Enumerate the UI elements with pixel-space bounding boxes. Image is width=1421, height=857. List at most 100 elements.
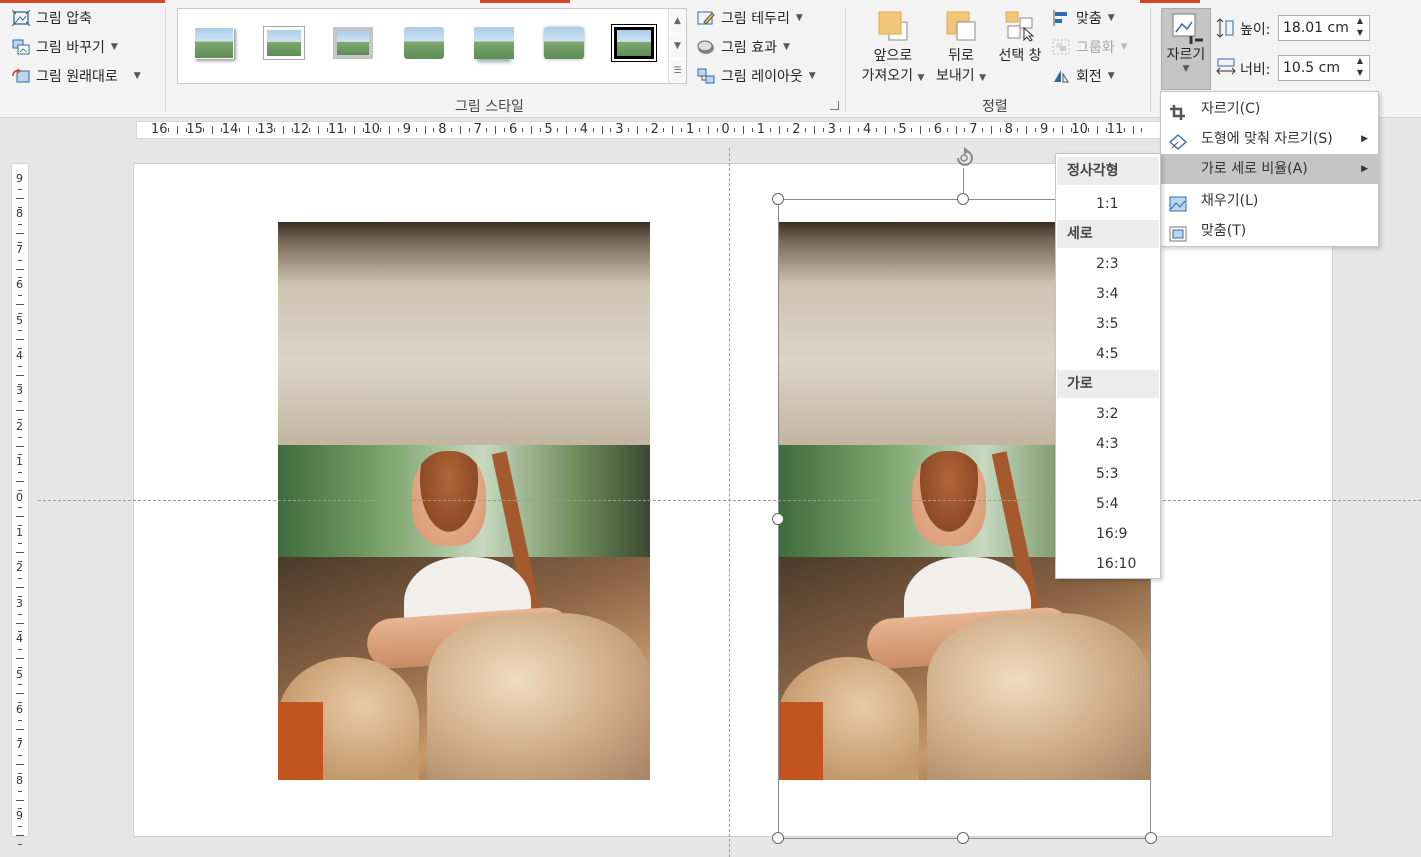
ruler-tick	[16, 622, 24, 624]
picture-original[interactable]	[278, 222, 650, 780]
ruler-tick	[530, 126, 532, 134]
picture-border-button[interactable]: 그림 테두리 ▼	[697, 8, 803, 28]
aspect-5-3[interactable]: 5:3	[1056, 459, 1160, 489]
ruler-tick	[610, 128, 612, 132]
aspect-2-3[interactable]: 2:3	[1056, 249, 1160, 279]
resize-handle[interactable]	[772, 832, 784, 844]
picture-effects-button[interactable]: 그림 효과 ▼	[697, 37, 790, 57]
ruler-number: 3	[827, 122, 836, 137]
style-thumbnail[interactable]	[544, 27, 584, 59]
fit-label: 맞춤(T)	[1201, 223, 1247, 239]
dialog-launcher-icon[interactable]	[830, 101, 839, 110]
style-thumbnail[interactable]	[194, 27, 234, 59]
menu-item-fill[interactable]: 채우기(L)	[1161, 186, 1378, 216]
ruler-number: 6	[509, 122, 518, 137]
menu-item-crop-to-shape[interactable]: 도형에 맞춰 자르기(S) ▶	[1161, 124, 1378, 154]
reset-picture-button[interactable]: 그림 원래대로 ▼	[12, 66, 141, 86]
send-backward-icon	[945, 10, 977, 42]
crop-icon	[1169, 12, 1203, 46]
crop-button[interactable]: 자르기 ▼	[1161, 8, 1211, 90]
gallery-down-icon[interactable]: ▼	[668, 34, 686, 58]
ruler-tick	[875, 128, 877, 132]
width-spinner[interactable]: ▲ ▼	[1353, 55, 1367, 81]
ruler-number: 10	[363, 122, 380, 137]
gallery-up-icon[interactable]: ▲	[668, 9, 686, 33]
aspect-4-5[interactable]: 4:5	[1056, 339, 1160, 369]
align-icon	[1052, 10, 1070, 26]
ruler-tick	[18, 507, 22, 509]
ruler-tick	[884, 126, 886, 134]
send-backward-button[interactable]: 뒤로 보내기 ▼	[930, 10, 992, 88]
ruler-tick	[344, 128, 346, 132]
ruler-tick	[18, 330, 22, 332]
aspect-16-10[interactable]: 16:10	[1056, 549, 1160, 579]
align-button[interactable]: 맞춤 ▼	[1052, 8, 1115, 28]
style-thumbnail[interactable]	[333, 27, 373, 59]
resize-handle[interactable]	[772, 193, 784, 205]
selection-pane-button[interactable]: 선택 창	[992, 10, 1048, 66]
aspect-3-4[interactable]: 3:4	[1056, 279, 1160, 309]
ruler-tick	[743, 126, 745, 134]
horizontal-ruler[interactable]: 16 15 14 13 12 11 10 9 8 7 6 5 4 3 2 1 0 1 2 3 4 5 6 7 8 9 10 11	[136, 121, 1236, 139]
menu-item-aspect-ratio[interactable]: 가로 세로 비율(A) ▶	[1161, 154, 1378, 184]
reset-picture-label: 그림 원래대로	[36, 69, 118, 85]
bring-forward-button[interactable]: 앞으로 가져오기 ▼	[857, 10, 929, 88]
resize-handle[interactable]	[1145, 832, 1157, 844]
resize-handle[interactable]	[957, 193, 969, 205]
ruler-tick	[840, 128, 842, 132]
aspect-16-9[interactable]: 16:9	[1056, 519, 1160, 549]
ruler-number: 5	[898, 122, 907, 137]
ruler-tick	[787, 128, 789, 132]
style-thumbnail[interactable]	[614, 27, 654, 59]
menu-item-fit[interactable]: 맞춤(T)	[1161, 216, 1378, 246]
change-picture-button[interactable]: 그림 바꾸기 ▼	[12, 37, 118, 57]
ruler-tick	[928, 128, 930, 132]
ruler-tick	[18, 843, 22, 845]
aspect-1-1[interactable]: 1:1	[1056, 189, 1160, 219]
aspect-3-2[interactable]: 3:2	[1056, 399, 1160, 429]
chevron-down-icon: ▼	[795, 13, 803, 23]
ruler-tick	[247, 126, 249, 134]
rotate-button[interactable]: 회전 ▼	[1052, 66, 1115, 86]
ruler-number: 5	[16, 667, 23, 681]
ruler-tick	[698, 128, 700, 132]
ruler-tick	[1061, 126, 1063, 134]
rotate-handle-icon[interactable]	[950, 144, 978, 172]
aspect-4-3[interactable]: 4:3	[1056, 429, 1160, 459]
crop-label: 자르기	[1166, 47, 1206, 63]
ruler-tick	[18, 826, 22, 828]
ruler-tick	[16, 551, 24, 553]
rotate-label: 회전	[1076, 69, 1102, 85]
vertical-ruler[interactable]: 9 8 7 6 5 4 3 2 1 0 1 2 3 4 5 6 7 8 9	[11, 163, 29, 845]
menu-item-crop[interactable]: 자르기(C)	[1161, 94, 1378, 124]
group-objects-icon	[1052, 39, 1070, 55]
aspect-3-5[interactable]: 3:5	[1056, 309, 1160, 339]
resize-handle[interactable]	[772, 513, 784, 525]
ruler-tick	[459, 126, 461, 134]
ruler-tick	[18, 755, 22, 757]
compress-pictures-button[interactable]: 그림 압축	[11, 8, 92, 28]
ruler-tick	[495, 126, 497, 134]
style-thumbnail[interactable]	[264, 27, 304, 59]
resize-handle[interactable]	[957, 832, 969, 844]
ruler-number: 9	[1040, 122, 1049, 137]
change-picture-label: 그림 바꾸기	[36, 40, 105, 56]
smart-guide-vertical	[729, 148, 730, 857]
group-objects-button[interactable]: 그룹화 ▼	[1052, 37, 1128, 57]
photo-region	[278, 222, 650, 474]
ruler-tick	[16, 728, 24, 730]
picture-layout-button[interactable]: 그림 레이아웃 ▼	[697, 66, 816, 86]
ruler-number: 8	[1004, 122, 1013, 137]
ruler-tick	[16, 587, 24, 589]
aspect-5-4[interactable]: 5:4	[1056, 489, 1160, 519]
gallery-more-icon[interactable]: ☰	[668, 59, 686, 83]
ruler-tick	[1026, 126, 1028, 134]
ruler-tick	[16, 445, 24, 447]
height-spinner[interactable]: ▲ ▼	[1353, 15, 1367, 41]
ruler-tick	[1123, 128, 1125, 132]
ruler-number: 2	[16, 561, 23, 575]
style-thumbnail[interactable]	[404, 27, 444, 59]
ruler-number: 4	[863, 122, 872, 137]
ruler-tick	[1052, 128, 1054, 132]
style-thumbnail[interactable]	[474, 27, 514, 59]
